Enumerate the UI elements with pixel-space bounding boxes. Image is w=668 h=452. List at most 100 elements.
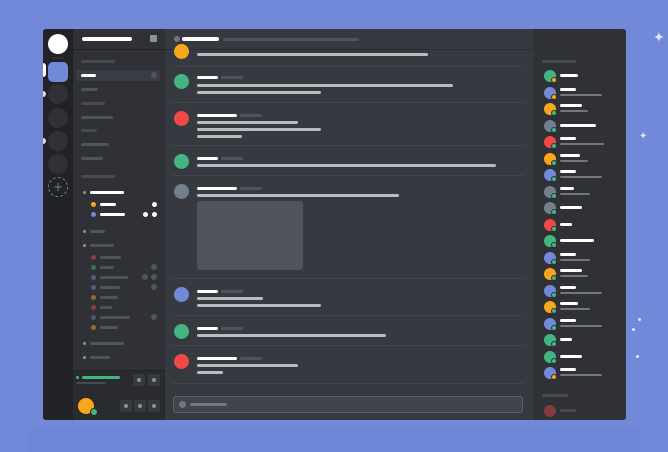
message-avatar[interactable] <box>174 44 189 59</box>
member-name[interactable] <box>560 269 582 272</box>
server-icon[interactable] <box>48 84 68 104</box>
voice-user-name[interactable] <box>100 266 114 269</box>
member-status-indicator <box>551 192 557 199</box>
member-name[interactable] <box>560 153 580 157</box>
sparkle-icon: ✦ <box>653 30 665 46</box>
server-icon-active[interactable] <box>48 62 68 82</box>
voice-user-name[interactable] <box>100 276 128 279</box>
member-name[interactable] <box>560 123 596 127</box>
voice-channel-name[interactable] <box>90 244 114 247</box>
headphones-icon <box>138 404 142 408</box>
server-icon[interactable] <box>48 131 68 151</box>
member-name[interactable] <box>560 368 576 371</box>
settings-icon[interactable] <box>150 35 157 42</box>
speaker-icon <box>83 244 86 247</box>
member-name[interactable] <box>560 104 582 107</box>
settings-icon <box>152 404 156 408</box>
message-author[interactable] <box>197 357 237 360</box>
voice-connected-icon <box>76 376 79 379</box>
chat-area <box>165 29 534 420</box>
mic-icon <box>124 404 128 408</box>
channel-item[interactable] <box>81 157 103 160</box>
member-name[interactable] <box>560 239 594 242</box>
voice-channel-name[interactable] <box>90 230 105 233</box>
message-avatar[interactable] <box>174 111 189 126</box>
voice-user-name[interactable] <box>100 326 118 329</box>
user-settings-button[interactable] <box>148 400 160 412</box>
voice-user-name[interactable] <box>100 316 130 319</box>
member-name[interactable] <box>560 285 576 289</box>
member-name[interactable] <box>560 338 572 341</box>
member-name[interactable] <box>560 87 576 91</box>
rail-divider <box>52 57 64 59</box>
screen-share-button[interactable] <box>133 374 145 386</box>
message-input[interactable] <box>173 396 523 413</box>
channel-item[interactable] <box>81 88 98 91</box>
voice-user-name[interactable] <box>100 213 125 216</box>
message-avatar[interactable] <box>174 354 189 369</box>
voice-user-avatar <box>91 305 96 310</box>
voice-channel-name[interactable] <box>90 356 110 359</box>
member-name[interactable] <box>560 222 572 226</box>
channel-item[interactable] <box>81 116 113 119</box>
voice-user-name[interactable] <box>100 296 118 299</box>
voice-user-name[interactable] <box>100 203 116 206</box>
app-window: + <box>43 29 626 420</box>
voice-channel-name[interactable] <box>90 342 124 345</box>
member-status-indicator <box>551 275 557 281</box>
mute-button[interactable] <box>120 400 132 412</box>
channel-item[interactable] <box>81 102 105 105</box>
home-icon[interactable] <box>48 34 68 54</box>
member-name[interactable] <box>560 318 576 322</box>
member-name[interactable] <box>560 137 576 140</box>
server-icon[interactable] <box>48 154 68 174</box>
image-attachment[interactable] <box>197 201 303 270</box>
message-avatar[interactable] <box>174 74 189 89</box>
member-name[interactable] <box>560 206 582 209</box>
server-header[interactable] <box>73 29 165 50</box>
message-author[interactable] <box>197 114 237 117</box>
voice-user-name[interactable] <box>100 306 112 309</box>
member-avatar[interactable] <box>544 405 556 417</box>
voice-user-avatar <box>91 255 96 260</box>
deafen-button[interactable] <box>134 400 146 412</box>
message-text <box>197 334 386 337</box>
member-name[interactable] <box>560 409 576 412</box>
member-name[interactable] <box>560 252 576 256</box>
voice-user-name[interactable] <box>100 286 120 289</box>
message-avatar[interactable] <box>174 287 189 302</box>
member-status-indicator <box>551 110 557 116</box>
message-author[interactable] <box>197 187 237 190</box>
channel-item[interactable] <box>81 129 97 132</box>
message-author[interactable] <box>197 76 218 79</box>
voice-user-avatar <box>91 265 96 270</box>
message-avatar[interactable] <box>174 324 189 339</box>
disconnect-button[interactable] <box>148 374 160 386</box>
add-server-button[interactable]: + <box>48 177 68 197</box>
category-label <box>81 60 115 63</box>
member-name[interactable] <box>560 74 578 77</box>
hash-icon <box>174 36 180 42</box>
background-dot <box>638 318 641 321</box>
member-status-indicator <box>551 341 557 347</box>
voice-user-name[interactable] <box>100 256 121 259</box>
member-name[interactable] <box>560 302 578 305</box>
member-status-indicator <box>551 93 557 100</box>
plus-icon[interactable] <box>179 401 186 408</box>
message-author[interactable] <box>197 327 218 330</box>
server-icon[interactable] <box>48 108 68 128</box>
message-author[interactable] <box>197 290 218 293</box>
message-avatar[interactable] <box>174 184 189 199</box>
member-status-indicator <box>551 374 557 380</box>
window-shadow <box>28 427 640 452</box>
message-author[interactable] <box>197 157 218 160</box>
member-name[interactable] <box>560 170 576 173</box>
channel-item[interactable] <box>81 143 109 146</box>
voice-connected-label <box>82 376 120 379</box>
voice-status-icon <box>142 274 148 280</box>
voice-channel-name[interactable] <box>90 191 124 194</box>
message-text <box>197 121 298 124</box>
member-name[interactable] <box>560 354 582 358</box>
message-avatar[interactable] <box>174 154 189 169</box>
member-name[interactable] <box>560 186 574 190</box>
